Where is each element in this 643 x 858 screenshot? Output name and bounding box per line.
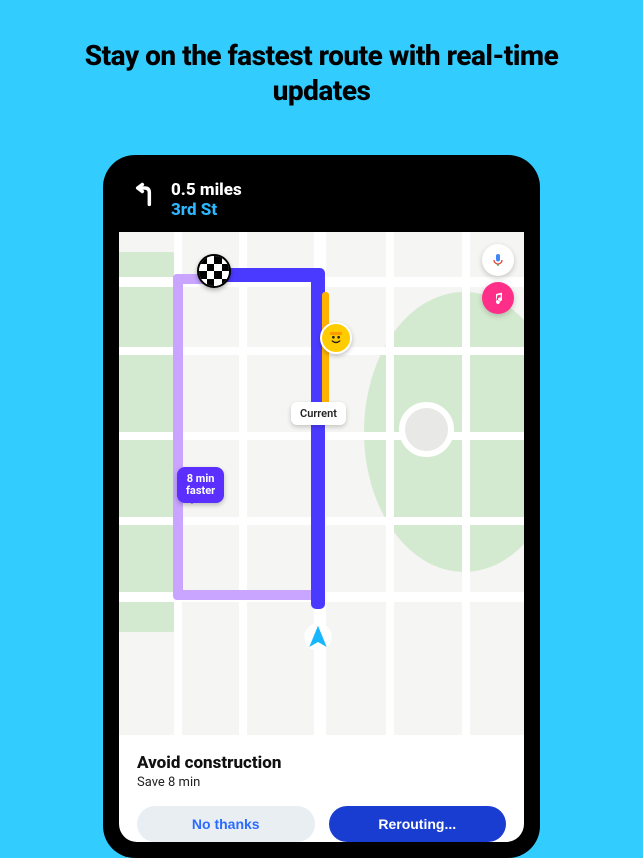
music-note-icon	[490, 290, 506, 306]
device-frame: 0.5 miles 3rd St	[103, 155, 540, 858]
map-roundabout	[399, 402, 454, 457]
reroute-card: Avoid construction Save 8 min No thanks …	[119, 735, 524, 842]
map-road	[386, 232, 394, 735]
no-thanks-button[interactable]: No thanks	[137, 806, 315, 842]
marketing-headline: Stay on the fastest route with real-time…	[0, 0, 643, 108]
alternate-route[interactable]	[173, 590, 323, 600]
faster-route-bubble[interactable]: 8 minfaster	[177, 467, 224, 503]
user-location-icon	[303, 622, 333, 652]
card-title: Avoid construction	[137, 753, 506, 773]
voice-button[interactable]	[482, 244, 514, 276]
construction-icon[interactable]	[320, 322, 352, 354]
map-road	[462, 232, 470, 735]
nav-distance: 0.5 miles	[171, 181, 242, 201]
rerouting-button[interactable]: Rerouting...	[329, 806, 507, 842]
destination-flag-icon[interactable]	[197, 254, 231, 288]
map-park-area	[119, 252, 179, 632]
nav-street: 3rd St	[171, 201, 242, 221]
microphone-icon	[490, 252, 506, 268]
map-canvas[interactable]: Current 8 minfaster	[119, 232, 524, 735]
music-button[interactable]	[482, 282, 514, 314]
map-road	[239, 232, 247, 735]
current-route-label[interactable]: Current	[291, 402, 346, 425]
card-subtitle: Save 8 min	[137, 775, 506, 790]
navigation-header: 0.5 miles 3rd St	[119, 171, 524, 232]
turn-left-icon	[133, 181, 161, 209]
app-screen: 0.5 miles 3rd St	[119, 171, 524, 842]
alternate-route[interactable]	[173, 274, 183, 598]
